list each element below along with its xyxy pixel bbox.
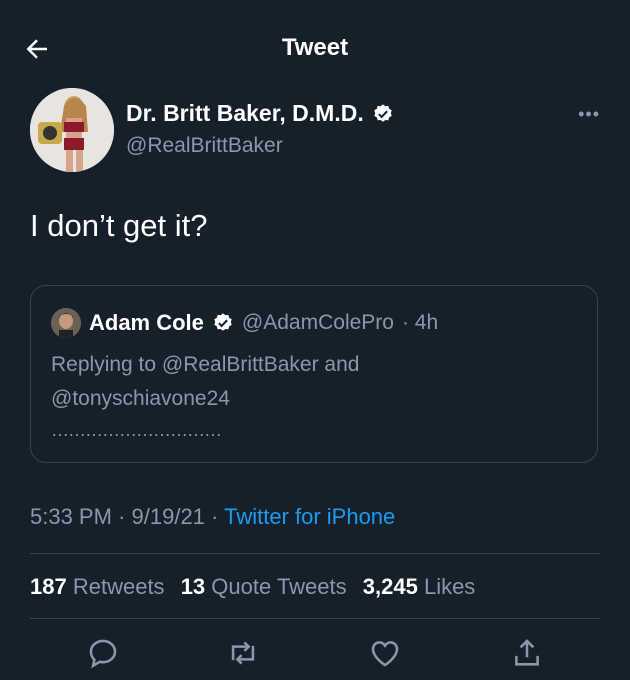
reply-icon[interactable] [86, 636, 120, 670]
divider [30, 618, 600, 619]
quote-avatar [51, 308, 81, 338]
separator: · [118, 504, 126, 529]
tweet-time: 5:33 PM [30, 504, 112, 529]
retweet-icon[interactable] [226, 636, 260, 670]
author-handle[interactable]: @RealBrittBaker [126, 134, 283, 158]
page-title: Tweet [281, 34, 349, 61]
quote-author-name: Adam Cole [89, 310, 204, 335]
quote-body: ………………………… [51, 420, 222, 440]
quote-tweets-stat[interactable]: 13 Quote Tweets [181, 574, 347, 599]
verified-badge-icon [214, 313, 232, 331]
quote-author-handle: @AdamColePro [241, 311, 394, 334]
quoted-tweet[interactable]: Adam Cole @AdamColePro · 4h Replying to … [30, 285, 598, 463]
reply-line: Replying to @RealBrittBaker and [51, 353, 360, 376]
tweet-metadata: 5:33 PM · 9/19/21 · Twitter for iPhone [30, 504, 395, 530]
separator: · [211, 504, 219, 529]
action-bar [0, 636, 630, 676]
share-icon[interactable] [510, 636, 544, 670]
quote-replying-to: Replying to @RealBrittBaker and @tonysch… [51, 348, 551, 416]
retweets-stat[interactable]: 187 Retweets [30, 574, 165, 599]
heart-icon[interactable] [368, 636, 402, 670]
reply-line: @tonyschiavone24 [51, 387, 230, 410]
divider [30, 553, 600, 554]
tweet-date: 9/19/21 [131, 504, 205, 529]
more-dots-icon[interactable]: ••• [578, 104, 600, 125]
author-name[interactable]: Dr. Britt Baker, D.M.D. [126, 100, 364, 127]
verified-badge-icon [374, 103, 392, 122]
header: Tweet [0, 0, 630, 100]
tweet-text: I don’t get it? [30, 208, 208, 243]
tweet-stats: 187 Retweets 13 Quote Tweets 3,245 Likes [30, 574, 475, 600]
tweet-author: Dr. Britt Baker, D.M.D. @RealBrittBaker … [30, 88, 600, 178]
likes-stat[interactable]: 3,245 Likes [363, 574, 476, 599]
quote-timestamp: · 4h [401, 311, 439, 334]
tweet-source-link[interactable]: Twitter for iPhone [224, 504, 395, 529]
author-avatar[interactable] [30, 88, 114, 172]
